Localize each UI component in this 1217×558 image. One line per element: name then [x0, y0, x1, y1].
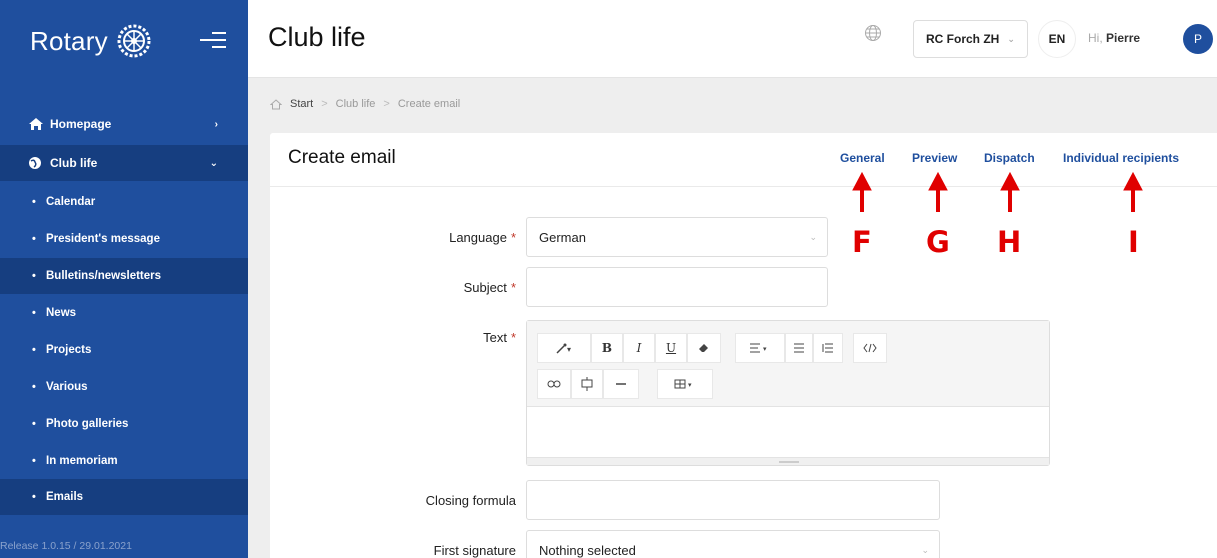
annotation-label-i: I: [1128, 225, 1139, 259]
annotation-label-f: F: [852, 225, 872, 259]
arrow-head-g: [928, 171, 948, 191]
annotation-label-g: G: [926, 225, 950, 259]
arrow-head-h: [1000, 171, 1020, 191]
annotation-overlay: [852, 171, 1143, 212]
arrow-head-i: [1123, 171, 1143, 191]
annotation-label-h: H: [997, 225, 1022, 259]
arrow-head-f: [852, 171, 872, 191]
